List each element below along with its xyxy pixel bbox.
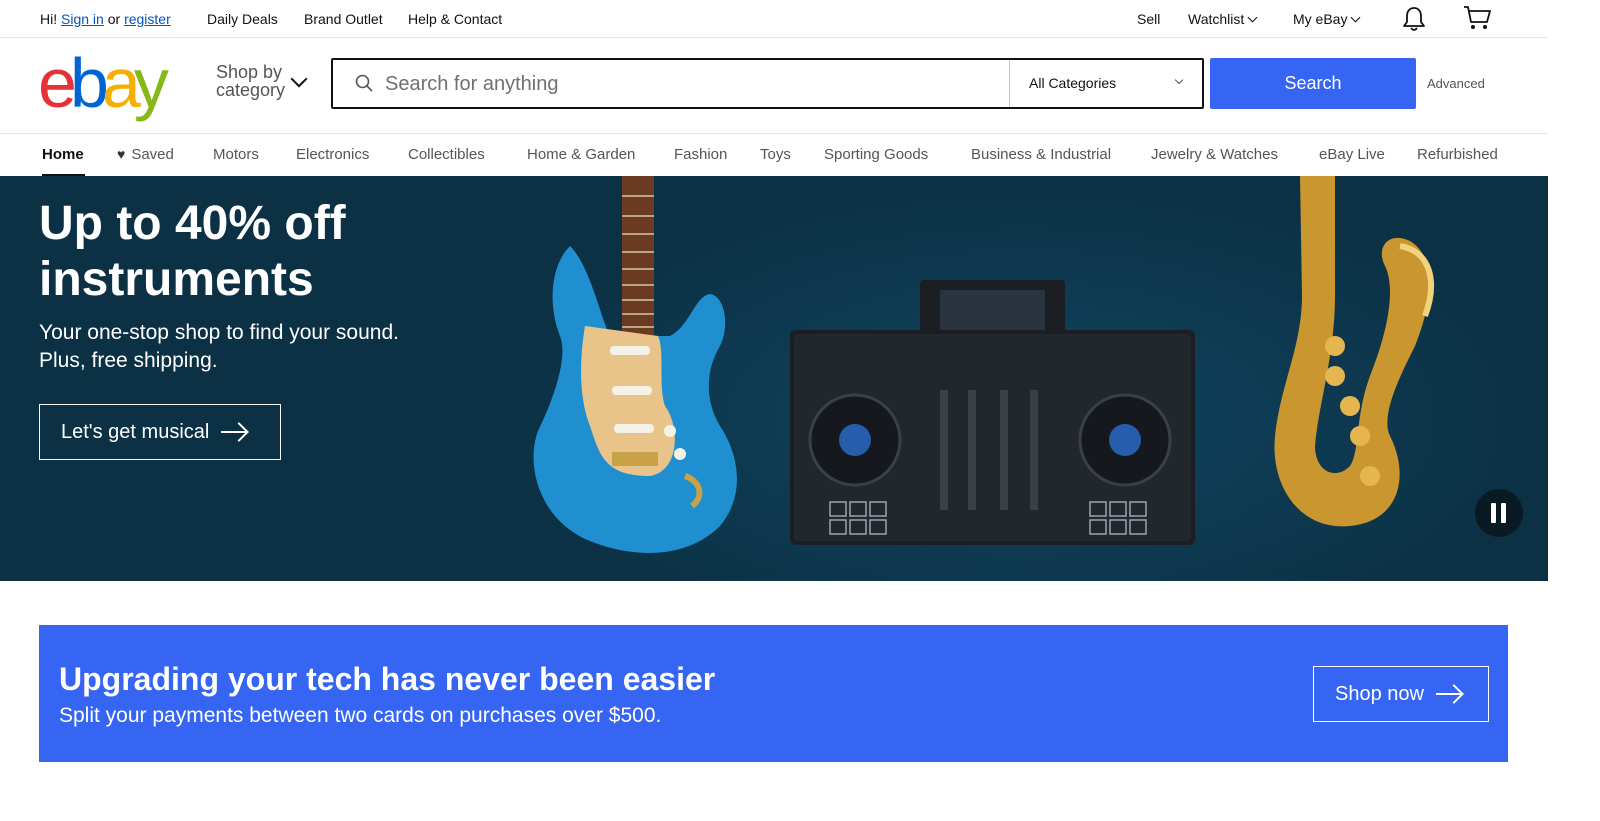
logo-letter-b: b [69, 44, 109, 122]
chevron-down-icon [1247, 12, 1258, 23]
nav-item-home[interactable]: Home [42, 146, 84, 163]
category-nav: Home ♥ Saved Motors Electronics Collectib… [0, 133, 1548, 177]
promo-title: Upgrading your tech has never been easie… [59, 661, 716, 697]
shop-by-line2: category [216, 80, 286, 100]
category-select-value: All Categories [1029, 75, 1117, 91]
top-utility-bar: Hi! Sign in or register Daily Deals Bran… [0, 0, 1548, 38]
help-contact-link[interactable]: Help & Contact [408, 11, 502, 27]
promo-subtitle: Split your payments between two cards on… [59, 704, 662, 727]
shop-now-label: Shop now [1335, 682, 1424, 705]
search-button[interactable]: Search [1210, 58, 1416, 109]
hero-banner[interactable]: Up to 40% off instruments Your one-stop … [0, 176, 1548, 581]
nav-item-fashion[interactable]: Fashion [674, 146, 727, 163]
category-select[interactable]: All Categories [1009, 60, 1204, 107]
account-links: Hi! Sign in or register [40, 11, 171, 27]
pause-carousel-button[interactable] [1475, 489, 1523, 537]
daily-deals-link[interactable]: Daily Deals [207, 11, 278, 27]
heart-icon: ♥ [117, 146, 126, 162]
guitar-image [533, 176, 737, 553]
hero-subtitle: Your one-stop shop to find your sound. P… [39, 321, 399, 372]
register-link[interactable]: register [124, 11, 171, 27]
promo-banner[interactable]: Upgrading your tech has never been easie… [39, 625, 1508, 762]
sell-link[interactable]: Sell [1137, 11, 1160, 27]
hero-cta-button[interactable]: Let's get musical [39, 404, 281, 460]
logo-letter-y: y [133, 44, 169, 122]
nav-item-motors[interactable]: Motors [213, 146, 259, 163]
advanced-search-link[interactable]: Advanced [1427, 76, 1485, 91]
brand-outlet-link[interactable]: Brand Outlet [304, 11, 383, 27]
nav-item-collectibles[interactable]: Collectibles [408, 146, 485, 163]
logo-letter-e: e [38, 44, 77, 122]
cart-icon[interactable] [1463, 5, 1491, 31]
hero-cta-label: Let's get musical [61, 420, 210, 443]
or-text: or [107, 11, 121, 27]
dj-controller-image [790, 280, 1195, 545]
search-input[interactable] [385, 66, 995, 102]
nav-item-home-garden[interactable]: Home & Garden [527, 146, 635, 163]
greeting: Hi! [40, 11, 58, 27]
chevron-down-icon[interactable] [290, 70, 308, 88]
hero-title: Up to 40% off instruments [39, 197, 346, 306]
sign-in-link[interactable]: Sign in [61, 11, 104, 27]
nav-item-electronics[interactable]: Electronics [296, 146, 369, 163]
saxophone-image [1274, 176, 1434, 527]
nav-item-jewelry-watches[interactable]: Jewelry & Watches [1151, 146, 1278, 163]
my-ebay-menu[interactable]: My eBay [1293, 11, 1361, 27]
nav-item-toys[interactable]: Toys [760, 146, 791, 163]
bell-icon[interactable] [1402, 6, 1426, 32]
nav-item-ebay-live[interactable]: eBay Live [1319, 146, 1385, 163]
search-icon [355, 74, 373, 92]
watchlist-menu[interactable]: Watchlist [1188, 11, 1258, 27]
nav-item-saved[interactable]: ♥ Saved [117, 146, 174, 163]
search-bar: All Categories [331, 58, 1204, 109]
watchlist-label: Watchlist [1188, 11, 1245, 27]
chevron-down-icon [1351, 12, 1361, 23]
nav-item-refurbished[interactable]: Refurbished [1417, 146, 1498, 163]
nav-item-business-industrial[interactable]: Business & Industrial [971, 146, 1111, 163]
shop-by-line1: Shop by [216, 62, 283, 82]
nav-item-sporting-goods[interactable]: Sporting Goods [824, 146, 928, 163]
arrow-right-icon [221, 431, 248, 433]
shop-now-button[interactable]: Shop now [1313, 666, 1489, 722]
arrow-right-icon [1435, 693, 1462, 695]
my-ebay-label: My eBay [1293, 11, 1348, 27]
shop-by-category-button[interactable]: Shop by category [216, 63, 285, 99]
ebay-logo[interactable]: ebay [38, 44, 184, 122]
chevron-down-icon [1174, 75, 1184, 85]
nav-item-saved-label: Saved [131, 146, 174, 163]
logo-letter-a: a [101, 44, 141, 122]
